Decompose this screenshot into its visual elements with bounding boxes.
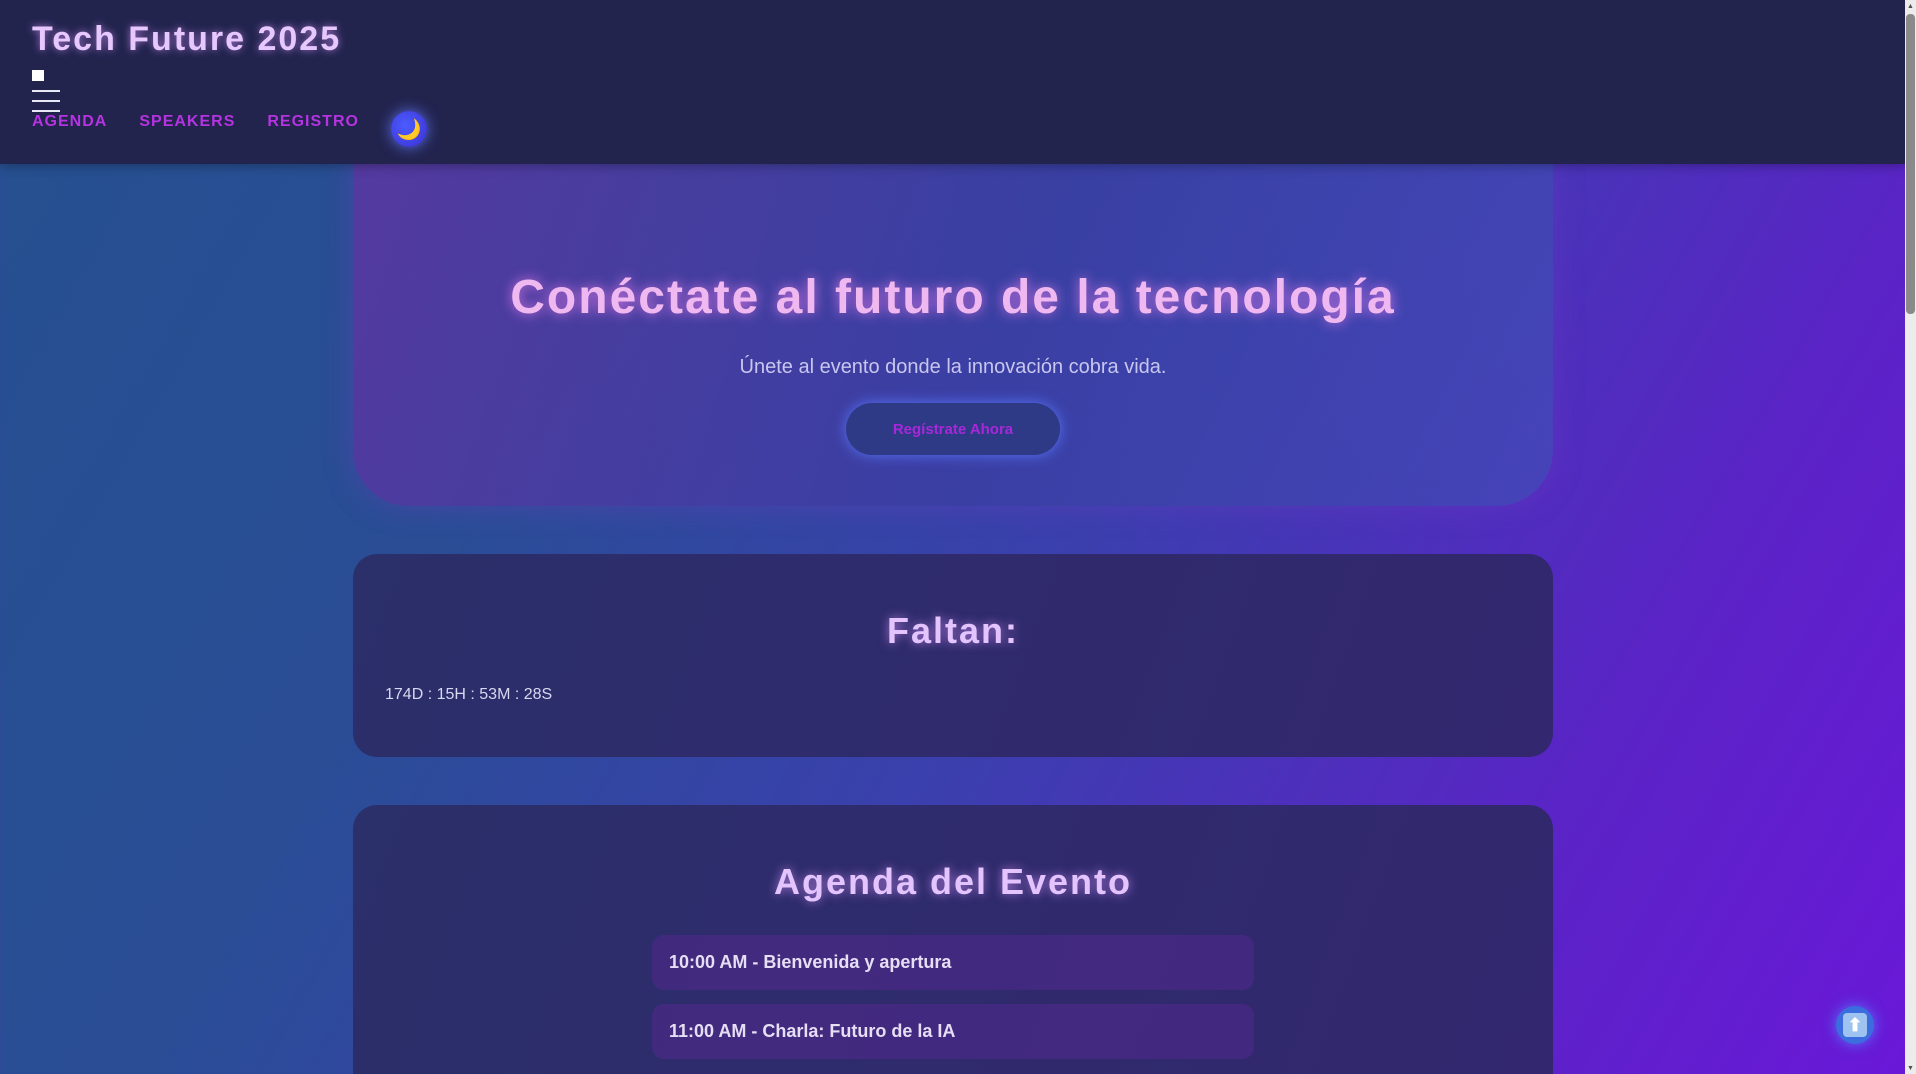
hamburger-menu-icon[interactable] [32, 90, 60, 112]
hero-section: Conéctate al futuro de la tecnología Úne… [353, 150, 1553, 506]
agenda-item: 11:00 AM - Charla: Futuro de la IA [652, 1004, 1254, 1059]
brand-title[interactable]: Tech Future 2025 [32, 20, 341, 59]
register-now-button[interactable]: Regístrate Ahora [846, 403, 1060, 455]
countdown-timer: 174D : 15H : 53M : 28S [385, 686, 553, 703]
site-header: Tech Future 2025 AGENDA SPEAKERS REGISTR… [0, 0, 1905, 164]
vertical-scrollbar[interactable]: ▲ ▼ [1905, 0, 1916, 1074]
nav-link-speakers[interactable]: SPEAKERS [139, 113, 235, 131]
countdown-section: Faltan: 174D : 15H : 53M : 28S [353, 554, 1553, 757]
moon-icon: 🌙 [396, 118, 422, 141]
scroll-down-arrow-icon[interactable]: ▼ [1905, 1062, 1916, 1074]
menu-checkbox[interactable] [32, 70, 44, 81]
scroll-to-top-button[interactable]: ⬆ [1836, 1006, 1874, 1044]
hero-subtitle: Únete al evento donde la innovación cobr… [739, 356, 1167, 378]
agenda-list: 10:00 AM - Bienvenida y apertura 11:00 A… [652, 935, 1254, 1059]
main-nav: AGENDA SPEAKERS REGISTRO [32, 113, 359, 131]
countdown-title: Faltan: [886, 610, 1019, 651]
theme-toggle-button[interactable]: 🌙 [391, 111, 427, 147]
agenda-item: 10:00 AM - Bienvenida y apertura [652, 935, 1254, 990]
arrow-up-icon: ⬆ [1843, 1013, 1867, 1037]
hero-title: Conéctate al futuro de la tecnología [510, 271, 1396, 324]
scrollbar-thumb[interactable] [1906, 14, 1915, 314]
scroll-up-arrow-icon[interactable]: ▲ [1905, 0, 1916, 12]
agenda-section: Agenda del Evento 10:00 AM - Bienvenida … [353, 805, 1553, 1074]
agenda-title: Agenda del Evento [773, 861, 1133, 902]
nav-link-agenda[interactable]: AGENDA [32, 113, 107, 131]
nav-link-registro[interactable]: REGISTRO [267, 113, 359, 131]
